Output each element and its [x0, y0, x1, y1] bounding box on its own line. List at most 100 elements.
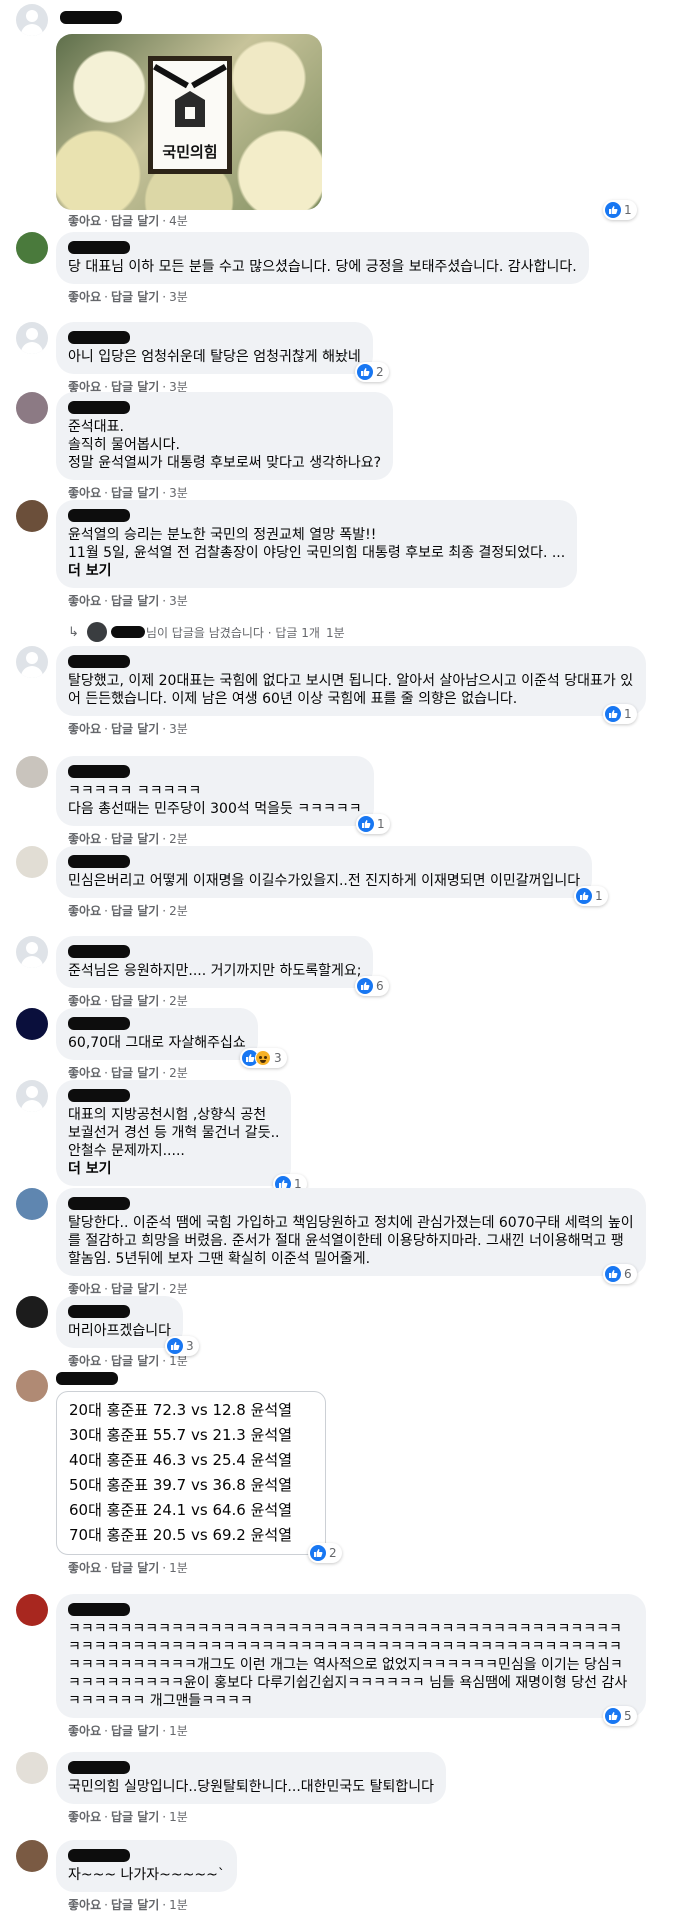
reply-link[interactable]: 답글 달기: [111, 994, 159, 1008]
redacted-name[interactable]: [68, 1761, 130, 1774]
separator: ·: [104, 1810, 108, 1824]
like-link[interactable]: 좋아요: [68, 290, 101, 304]
reaction-count[interactable]: 2: [308, 1543, 342, 1563]
reaction-count[interactable]: 2: [355, 362, 389, 382]
separator: ·: [162, 1724, 167, 1738]
avatar[interactable]: [16, 1594, 48, 1626]
comment-bubble: 탈당한다.. 이준석 땜에 국힘 가입하고 책임당원하고 정치에 관심가졌는데 …: [56, 1188, 646, 1276]
party-logo-text: 국민의힘: [162, 143, 218, 161]
like-link[interactable]: 좋아요: [68, 1724, 101, 1738]
like-link[interactable]: 좋아요: [68, 594, 101, 608]
reply-summary-text: 님이 답글을 남겼습니다 · 답글 1개: [145, 625, 320, 640]
comment-text: 탈당했고, 이제 20대표는 국힘에 없다고 보시면 됩니다. 알아서 살아남으…: [68, 673, 634, 707]
comment-time: 2분: [169, 1066, 188, 1080]
redacted-name[interactable]: [68, 1017, 130, 1030]
reply-link[interactable]: 답글 달기: [111, 1724, 159, 1738]
reply-link[interactable]: 답글 달기: [111, 1898, 159, 1912]
like-count: 1: [595, 889, 603, 903]
redacted-name[interactable]: [68, 1089, 130, 1102]
like-link[interactable]: 좋아요: [68, 994, 101, 1008]
separator: ·: [162, 1898, 167, 1912]
redacted-name[interactable]: [68, 331, 130, 344]
reply-link[interactable]: 답글 달기: [111, 832, 159, 846]
comment-bubble: 국민의힘 실망입니다..당원탈퇴한니다...대한민국도 탈퇴합니다: [56, 1752, 447, 1804]
reply-link[interactable]: 답글 달기: [111, 1066, 159, 1080]
comment-photo[interactable]: 국민의힘: [56, 34, 322, 210]
redacted-name[interactable]: [68, 855, 130, 868]
separator: ·: [104, 1898, 108, 1912]
comment-text: 머리아프겠습니다: [68, 1323, 172, 1339]
comment-time: 1분: [169, 1354, 188, 1368]
like-link[interactable]: 좋아요: [68, 1066, 101, 1080]
reply-link[interactable]: 답글 달기: [111, 594, 159, 608]
redacted-name[interactable]: [68, 1305, 130, 1318]
poll-row: 40대 홍준표 46.3 vs 25.4 윤석열: [69, 1451, 293, 1469]
avatar[interactable]: [16, 646, 48, 678]
reply-link[interactable]: 답글 달기: [111, 1282, 159, 1296]
reply-link[interactable]: 답글 달기: [111, 1810, 159, 1824]
like-link[interactable]: 좋아요: [68, 214, 101, 228]
avatar[interactable]: [16, 4, 48, 36]
like-link[interactable]: 좋아요: [68, 904, 101, 918]
comment-actions: 좋아요·답글 달기·2분: [68, 832, 188, 846]
comment-time: 3분: [169, 722, 188, 736]
separator: ·: [162, 722, 167, 736]
like-link[interactable]: 좋아요: [68, 1810, 101, 1824]
reaction-count[interactable]: 6: [355, 976, 389, 996]
reply-link[interactable]: 답글 달기: [111, 1354, 159, 1368]
avatar[interactable]: [16, 936, 48, 968]
redacted-name[interactable]: [68, 945, 130, 958]
redacted-name[interactable]: [68, 509, 130, 522]
reply-link[interactable]: 답글 달기: [111, 486, 159, 500]
redacted-name[interactable]: [56, 1372, 118, 1385]
comment-time: 2분: [169, 904, 188, 918]
like-link[interactable]: 좋아요: [68, 1282, 101, 1296]
reply-summary[interactable]: ↳ 님이 답글을 남겼습니다 · 답글 1개 1분: [68, 622, 345, 642]
avatar[interactable]: [16, 1296, 48, 1328]
avatar[interactable]: [16, 1370, 48, 1402]
redacted-name[interactable]: [68, 765, 130, 778]
avatar[interactable]: [16, 1840, 48, 1872]
like-link[interactable]: 좋아요: [68, 486, 101, 500]
like-link[interactable]: 좋아요: [68, 722, 101, 736]
separator: ·: [104, 1282, 108, 1296]
avatar[interactable]: [16, 1080, 48, 1112]
reaction-count[interactable]: 1: [603, 200, 637, 220]
redacted-name[interactable]: [68, 401, 130, 414]
avatar[interactable]: [16, 756, 48, 788]
reply-link[interactable]: 답글 달기: [111, 290, 159, 304]
reaction-count[interactable]: 1: [356, 814, 390, 834]
avatar[interactable]: [16, 1752, 48, 1784]
poll-result-box: 20대 홍준표 72.3 vs 12.8 윤석열 30대 홍준표 55.7 vs …: [56, 1391, 326, 1555]
reply-link[interactable]: 답글 달기: [111, 722, 159, 736]
comment-text: 자~~~ 나가자~~~~~`: [68, 1867, 225, 1883]
reaction-count[interactable]: 6: [603, 1264, 637, 1284]
avatar[interactable]: [16, 1188, 48, 1220]
reaction-count[interactable]: 3: [240, 1048, 287, 1068]
avatar[interactable]: [16, 392, 48, 424]
avatar[interactable]: [16, 1008, 48, 1040]
like-link[interactable]: 좋아요: [68, 1898, 101, 1912]
reply-link[interactable]: 답글 달기: [111, 214, 159, 228]
redacted-name[interactable]: [68, 1603, 130, 1616]
see-more-link[interactable]: 더 보기: [68, 562, 565, 580]
like-link[interactable]: 좋아요: [68, 1561, 101, 1575]
avatar[interactable]: [16, 500, 48, 532]
like-link[interactable]: 좋아요: [68, 832, 101, 846]
redacted-name[interactable]: [68, 241, 130, 254]
reaction-count[interactable]: 1: [603, 704, 637, 724]
like-count: 3: [274, 1051, 282, 1065]
redacted-name[interactable]: [68, 1849, 130, 1862]
reaction-count[interactable]: 5: [603, 1706, 637, 1726]
avatar[interactable]: [16, 322, 48, 354]
reply-link[interactable]: 답글 달기: [111, 1561, 159, 1575]
see-more-link[interactable]: 더 보기: [68, 1160, 279, 1178]
reaction-count[interactable]: 1: [574, 886, 608, 906]
redacted-name[interactable]: [68, 1197, 130, 1210]
like-link[interactable]: 좋아요: [68, 1354, 101, 1368]
avatar[interactable]: [16, 846, 48, 878]
reply-link[interactable]: 답글 달기: [111, 904, 159, 918]
redacted-name[interactable]: [68, 655, 130, 668]
avatar[interactable]: [16, 232, 48, 264]
reaction-count[interactable]: 3: [165, 1336, 199, 1356]
